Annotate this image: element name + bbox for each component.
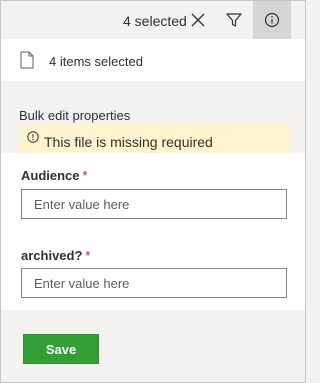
bulk-edit-heading: Bulk edit properties xyxy=(19,108,131,123)
clear-selection-button[interactable] xyxy=(183,1,213,39)
info-circle-icon xyxy=(27,131,39,143)
details-pane-button[interactable] xyxy=(253,1,291,39)
properties-form: Audience* archived?* xyxy=(1,153,305,310)
save-button[interactable]: Save xyxy=(23,334,99,364)
filter-button[interactable] xyxy=(217,1,251,39)
document-icon xyxy=(20,51,34,69)
required-marker: * xyxy=(82,168,88,183)
command-bar: 4 selected xyxy=(1,1,305,39)
close-icon xyxy=(191,13,205,27)
archived-label: archived? * xyxy=(21,248,90,263)
missing-required-warning: This file is missing required xyxy=(19,125,291,153)
warning-text: This file is missing required xyxy=(44,134,213,150)
audience-label-text: Audience xyxy=(21,168,80,183)
archived-input[interactable] xyxy=(21,268,287,298)
audience-label: Audience * xyxy=(21,168,88,183)
audience-input[interactable] xyxy=(21,189,287,219)
bulk-edit-panel: 4 selected 4 items selected Bulk edit pr… xyxy=(0,0,306,383)
required-marker: * xyxy=(85,248,91,263)
items-selected-label: 4 items selected xyxy=(49,54,143,69)
archived-label-text: archived? xyxy=(21,248,83,263)
selection-count: 4 selected xyxy=(123,13,187,29)
filter-icon xyxy=(226,13,242,27)
info-icon xyxy=(264,12,280,28)
selected-items-row: 4 items selected xyxy=(1,39,305,81)
